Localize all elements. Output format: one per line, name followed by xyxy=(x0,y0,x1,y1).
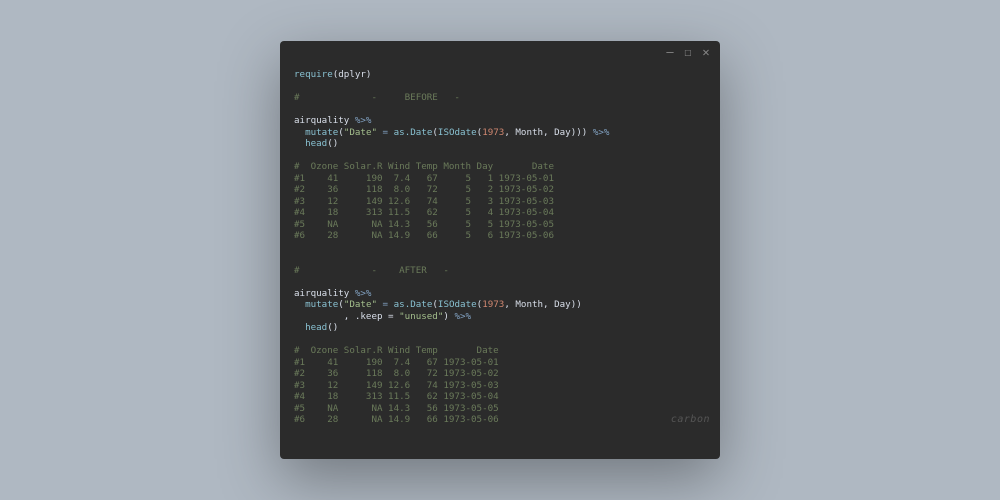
code-token: airquality xyxy=(294,288,355,299)
code-window: — ☐ ✕ require(dplyr) # - BEFORE - airqua… xyxy=(280,41,720,459)
output-row: # Ozone Solar.R Wind Temp Date xyxy=(294,345,499,356)
code-token: "Date" xyxy=(344,127,377,138)
code-token: %>% xyxy=(355,115,372,126)
code-comment: # - BEFORE - xyxy=(294,92,460,103)
code-token: as.Date xyxy=(394,127,433,138)
code-token: head xyxy=(294,322,327,333)
code-token: %>% xyxy=(454,311,471,322)
code-token: (dplyr) xyxy=(333,69,372,80)
code-token: = xyxy=(377,127,394,138)
code-token: ISOdate xyxy=(438,127,477,138)
code-token: mutate xyxy=(294,299,338,310)
output-row: #5 NA NA 14.3 56 5 5 1973-05-05 xyxy=(294,219,554,230)
output-row: #1 41 190 7.4 67 1973-05-01 xyxy=(294,357,499,368)
output-row: # Ozone Solar.R Wind Temp Month Day Date xyxy=(294,161,554,172)
output-row: #3 12 149 12.6 74 1973-05-03 xyxy=(294,380,499,391)
output-row: #2 36 118 8.0 72 5 2 1973-05-02 xyxy=(294,184,554,195)
code-token: 1973 xyxy=(482,127,504,138)
output-row: #4 18 313 11.5 62 1973-05-04 xyxy=(294,391,499,402)
output-row: #6 28 NA 14.9 66 5 6 1973-05-06 xyxy=(294,230,554,241)
carbon-watermark: carbon xyxy=(632,405,710,455)
code-token: , .keep = xyxy=(294,311,399,322)
code-content: require(dplyr) # - BEFORE - airquality %… xyxy=(280,63,720,459)
code-token: "Date" xyxy=(344,299,377,310)
code-token: as.Date xyxy=(394,299,433,310)
code-token: , Month, Day))) xyxy=(504,127,593,138)
output-row: #5 NA NA 14.3 56 1973-05-05 xyxy=(294,403,499,414)
code-token: 1973 xyxy=(482,299,504,310)
output-row: #6 28 NA 14.9 66 1973-05-06 xyxy=(294,414,499,425)
output-row: #2 36 118 8.0 72 1973-05-02 xyxy=(294,368,499,379)
code-token: mutate xyxy=(294,127,338,138)
code-token: ) xyxy=(443,311,454,322)
code-token: require xyxy=(294,69,333,80)
code-token: ISOdate xyxy=(438,299,477,310)
close-icon[interactable]: ✕ xyxy=(700,46,712,58)
watermark-text: carbon xyxy=(671,414,710,425)
output-row: #4 18 313 11.5 62 5 4 1973-05-04 xyxy=(294,207,554,218)
code-token: "unused" xyxy=(399,311,443,322)
code-token: %>% xyxy=(593,127,610,138)
code-token: %>% xyxy=(355,288,372,299)
window-titlebar: — ☐ ✕ xyxy=(280,41,720,63)
minimize-icon[interactable]: — xyxy=(664,46,676,58)
code-token: () xyxy=(327,322,338,333)
maximize-icon[interactable]: ☐ xyxy=(682,46,694,58)
code-token: () xyxy=(327,138,338,149)
output-row: #3 12 149 12.6 74 5 3 1973-05-03 xyxy=(294,196,554,207)
code-token: = xyxy=(377,299,394,310)
code-token: airquality xyxy=(294,115,355,126)
code-token: , Month, Day)) xyxy=(504,299,581,310)
code-token: head xyxy=(294,138,327,149)
code-comment: # - AFTER - xyxy=(294,265,449,276)
output-row: #1 41 190 7.4 67 5 1 1973-05-01 xyxy=(294,173,554,184)
